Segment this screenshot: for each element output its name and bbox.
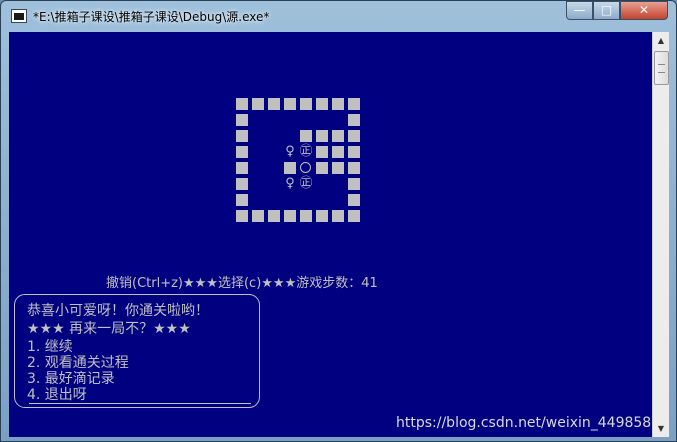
wall-block bbox=[236, 114, 248, 126]
player-icon: ♀ bbox=[285, 176, 295, 191]
wall-block bbox=[348, 130, 360, 142]
wall-block bbox=[332, 162, 344, 174]
replay-prompt: ★★★ 再来一局不？★★★ bbox=[27, 321, 191, 337]
window-title: *E:\推箱子课设\推箱子课设\Debug\源.exe* bbox=[33, 10, 270, 24]
wall-block bbox=[316, 130, 328, 142]
console-app-icon[interactable] bbox=[11, 9, 27, 23]
wall-block bbox=[332, 130, 344, 142]
wall-block bbox=[236, 178, 248, 190]
wall-block bbox=[348, 210, 360, 222]
steps-label: 游戏步数： bbox=[296, 276, 362, 291]
wall-block bbox=[252, 98, 264, 110]
title-bar[interactable]: *E:\推箱子课设\推箱子课设\Debug\源.exe* — □ ✕ bbox=[1, 1, 676, 31]
congrats-text: 恭喜小可爱呀！你通关啦哟！ bbox=[27, 303, 209, 319]
console-window: *E:\推箱子课设\推箱子课设\Debug\源.exe* — □ ✕ ♀ ㊣ ♀ ㊣ … bbox=[0, 0, 677, 442]
wall-block bbox=[316, 210, 328, 222]
player-icon: ♀ bbox=[285, 144, 295, 159]
steps-count: 41 bbox=[361, 276, 378, 291]
menu-option-exit[interactable]: 4. 退出呀 bbox=[27, 387, 87, 403]
box-on-target: ㊣ bbox=[299, 144, 313, 159]
scroll-up-icon[interactable]: ▲ bbox=[653, 32, 669, 49]
wall-block bbox=[236, 210, 248, 222]
wall-block bbox=[236, 162, 248, 174]
wall-block bbox=[268, 98, 280, 110]
menu-option-continue[interactable]: 1. 继续 bbox=[27, 339, 73, 355]
wall-block bbox=[236, 146, 248, 158]
dialog-top-rule bbox=[29, 294, 251, 295]
wall-block bbox=[236, 194, 248, 206]
status-stars-1: ★★★ bbox=[183, 276, 218, 291]
undo-hint: 撤销(Ctrl+z) bbox=[106, 276, 183, 291]
wall-block bbox=[348, 162, 360, 174]
wall-block bbox=[284, 162, 296, 174]
scrollbar-thumb[interactable] bbox=[654, 51, 669, 85]
wall-block bbox=[348, 98, 360, 110]
wall-block bbox=[348, 194, 360, 206]
wall-block bbox=[300, 210, 312, 222]
console-area: ♀ ㊣ ♀ ㊣ 撤销(Ctrl+z)★★★选择(c)★★★游戏步数：41 恭喜小可爱呀… bbox=[9, 32, 652, 437]
wall-block bbox=[284, 98, 296, 110]
wall-block bbox=[300, 130, 312, 142]
wall-block bbox=[236, 98, 248, 110]
scroll-down-icon[interactable]: ▼ bbox=[653, 420, 669, 437]
wall-block bbox=[316, 98, 328, 110]
wall-block bbox=[332, 98, 344, 110]
menu-option-replay[interactable]: 2. 观看通关过程 bbox=[27, 355, 129, 371]
close-button[interactable]: ✕ bbox=[620, 1, 668, 20]
status-stars-2: ★★★ bbox=[261, 276, 297, 291]
wall-block bbox=[236, 130, 248, 142]
select-hint: 选择(c) bbox=[217, 276, 262, 291]
wall-block bbox=[300, 98, 312, 110]
target-spot bbox=[300, 162, 311, 173]
wall-block bbox=[348, 114, 360, 126]
wall-block bbox=[332, 146, 344, 158]
wall-block bbox=[268, 210, 280, 222]
box-on-target: ㊣ bbox=[299, 176, 313, 191]
wall-block bbox=[252, 210, 264, 222]
status-line: 撤销(Ctrl+z)★★★选择(c)★★★游戏步数：41 bbox=[106, 272, 378, 291]
wall-block bbox=[284, 210, 296, 222]
wall-block bbox=[348, 178, 360, 190]
wall-block bbox=[316, 146, 328, 158]
watermark-text: https://blog.csdn.net/weixin_449858 bbox=[396, 415, 652, 431]
maximize-button[interactable]: □ bbox=[593, 1, 620, 20]
vertical-scrollbar[interactable]: ▲ ▼ bbox=[652, 32, 669, 437]
wall-block bbox=[348, 146, 360, 158]
wall-block bbox=[316, 162, 328, 174]
victory-dialog: 恭喜小可爱呀！你通关啦哟！ ★★★ 再来一局不？★★★ 1. 继续 2. 观看通… bbox=[14, 294, 260, 408]
dialog-bottom-rule bbox=[29, 403, 251, 404]
minimize-button[interactable]: — bbox=[566, 1, 593, 20]
wall-block bbox=[332, 210, 344, 222]
menu-option-best-record[interactable]: 3. 最好滴记录 bbox=[27, 371, 115, 387]
